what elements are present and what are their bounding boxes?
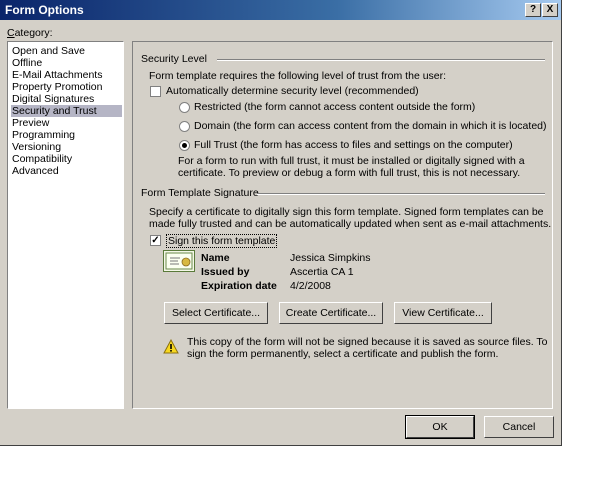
domain-radio[interactable] bbox=[179, 121, 190, 132]
category-item-email-attachments[interactable]: E-Mail Attachments bbox=[11, 69, 122, 81]
category-item-open-and-save[interactable]: Open and Save bbox=[11, 45, 122, 57]
signature-heading: Form Template Signature bbox=[141, 187, 259, 199]
form-options-dialog: Form Options ? X Category: Open and Save… bbox=[0, 0, 562, 446]
signature-desc-line1: Specify a certificate to digitally sign … bbox=[149, 206, 544, 218]
sign-template-label[interactable]: Sign this form template bbox=[166, 234, 278, 248]
category-label: Category: bbox=[7, 27, 53, 39]
security-level-heading: Security Level bbox=[141, 53, 207, 65]
category-item-programming[interactable]: Programming bbox=[11, 129, 122, 141]
auto-security-checkbox[interactable] bbox=[150, 86, 161, 97]
warning-icon bbox=[163, 338, 179, 357]
category-item-advanced[interactable]: Advanced bbox=[11, 165, 122, 177]
full-trust-radio[interactable] bbox=[179, 140, 190, 151]
cert-issued-value: Ascertia CA 1 bbox=[290, 266, 354, 278]
auto-security-label[interactable]: Automatically determine security level (… bbox=[166, 85, 419, 97]
full-trust-note-line2: certificate. To preview or debug a form … bbox=[178, 167, 521, 179]
restricted-radio[interactable] bbox=[179, 102, 190, 113]
full-trust-label[interactable]: Full Trust (the form has access to files… bbox=[194, 139, 513, 151]
warning-text-line2: sign the form permanently, select a cert… bbox=[187, 348, 499, 360]
domain-label[interactable]: Domain (the form can access content from… bbox=[194, 120, 547, 132]
ok-button[interactable]: OK bbox=[405, 415, 475, 439]
cert-expiration-value: 4/2/2008 bbox=[290, 280, 331, 292]
cert-issued-label: Issued by bbox=[201, 266, 250, 278]
dialog-title: Form Options bbox=[5, 3, 84, 17]
restricted-label[interactable]: Restricted (the form cannot access conte… bbox=[194, 101, 475, 113]
category-item-compatibility[interactable]: Compatibility bbox=[11, 153, 122, 165]
cert-name-value: Jessica Simpkins bbox=[290, 252, 371, 264]
title-bar[interactable]: Form Options ? X bbox=[0, 0, 561, 20]
view-certificate-button[interactable]: View Certificate... bbox=[394, 302, 492, 324]
close-button[interactable]: X bbox=[542, 3, 558, 17]
select-certificate-button[interactable]: Select Certificate... bbox=[164, 302, 268, 324]
category-item-preview[interactable]: Preview bbox=[11, 117, 122, 129]
security-divider bbox=[217, 59, 545, 61]
full-trust-note-line1: For a form to run with full trust, it mu… bbox=[178, 155, 525, 167]
help-button[interactable]: ? bbox=[525, 3, 541, 17]
category-item-property-promotion[interactable]: Property Promotion bbox=[11, 81, 122, 93]
category-item-security-and-trust[interactable]: Security and Trust bbox=[11, 105, 122, 117]
cert-expiration-label: Expiration date bbox=[201, 280, 277, 292]
signature-desc-line2: made fully trusted and can be automatica… bbox=[149, 218, 552, 230]
certificate-icon bbox=[163, 250, 195, 272]
warning-text-line1: This copy of the form will not be signed… bbox=[187, 336, 548, 348]
create-certificate-button[interactable]: Create Certificate... bbox=[279, 302, 383, 324]
cancel-button[interactable]: Cancel bbox=[484, 416, 554, 438]
category-item-versioning[interactable]: Versioning bbox=[11, 141, 122, 153]
category-list[interactable]: Open and Save Offline E-Mail Attachments… bbox=[7, 41, 124, 409]
sign-template-checkbox[interactable]: ✓ bbox=[150, 235, 161, 246]
radio-selected-dot bbox=[182, 143, 187, 148]
category-item-offline[interactable]: Offline bbox=[11, 57, 122, 69]
security-intro: Form template requires the following lev… bbox=[149, 70, 447, 82]
category-item-digital-signatures[interactable]: Digital Signatures bbox=[11, 93, 122, 105]
signature-divider bbox=[257, 193, 545, 195]
cert-name-label: Name bbox=[201, 252, 230, 264]
